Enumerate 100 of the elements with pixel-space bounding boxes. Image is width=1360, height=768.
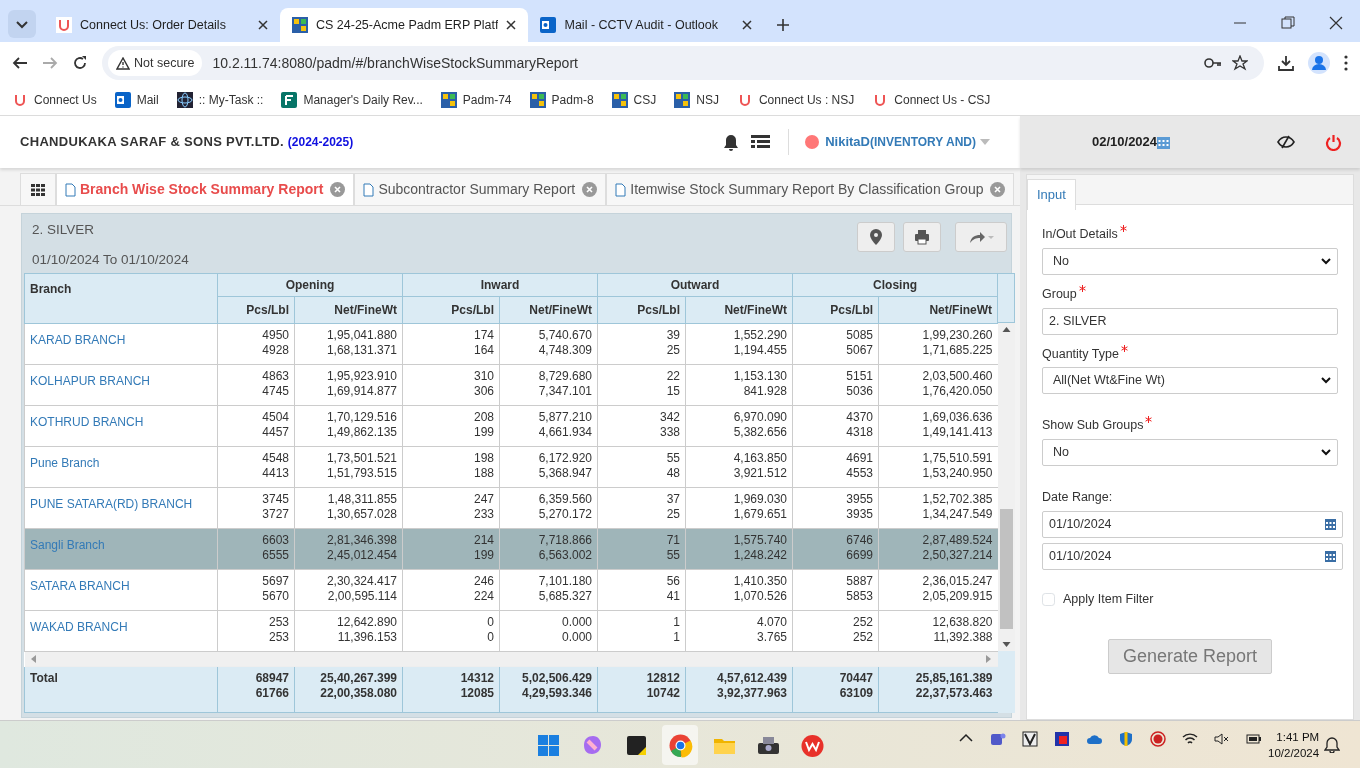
security-chip[interactable]: Not secure (108, 49, 203, 77)
date-range-text: 01/10/2024 To 01/10/2024 (32, 251, 190, 270)
power-icon[interactable] (1325, 133, 1342, 151)
user-menu[interactable]: NikitaD(INVENTORY AND) (825, 132, 990, 152)
table-cell-text: 8,729.680 (537, 368, 593, 384)
input-field[interactable]: 2. SILVER (1042, 307, 1338, 335)
table-row[interactable]: Pune Branch 4548 4413 1,73,501.521 1,51,793.515 198 188 6,172.920 5,368.947 55 48 4,163.850 3,921.512 4691 4553 1,75,510.591 1,53,240.950 (24, 446, 998, 487)
table-cell-text: 3.765 (756, 629, 788, 645)
branch-link[interactable]: KARAD BRANCH (24, 323, 218, 364)
profile-icon[interactable] (1308, 52, 1330, 74)
document-icon (363, 182, 375, 197)
column-header: Net/FineWt (294, 296, 403, 323)
windows-icon[interactable] (535, 732, 561, 758)
record-icon[interactable] (1150, 731, 1166, 747)
app-icon[interactable] (1054, 731, 1070, 747)
download-icon[interactable] (1278, 55, 1294, 71)
location-button[interactable] (857, 222, 895, 252)
report-tab[interactable]: Branch Wise Stock Summary Report (56, 173, 355, 205)
table-cell-text: 15 (665, 383, 681, 399)
browser-tab[interactable]: Connect Us: Order Details (44, 8, 280, 42)
bell-icon[interactable] (723, 133, 740, 151)
bookmark[interactable]: Connect Us (12, 90, 97, 109)
apps-grid-button[interactable] (20, 173, 56, 205)
calendar-icon[interactable] (1157, 135, 1171, 149)
hide-icon[interactable] (1277, 135, 1295, 149)
table-cell-text: 55 (665, 450, 681, 466)
report-tab[interactable]: Itemwise Stock Summary Report By Classification Group (606, 173, 1015, 205)
new-tab-icon[interactable] (776, 18, 791, 32)
date-field[interactable]: 01/10/2024 (1042, 542, 1343, 570)
bookmark[interactable]: :: My-Task :: (176, 90, 264, 109)
dropdown[interactable]: All(Net Wt&Fine Wt) (1042, 367, 1338, 395)
restore-icon[interactable] (1281, 16, 1295, 30)
table-cell-text: 5036 (845, 383, 874, 399)
bookmark[interactable]: Mail (114, 90, 159, 109)
more-icon[interactable] (1344, 55, 1348, 71)
bookmark[interactable]: Manager's Daily Rev... (281, 90, 423, 109)
branch-link[interactable]: KOLHAPUR BRANCH (24, 364, 218, 405)
table-row[interactable]: Sangli Branch 6603 6555 2,81,346.398 2,45,012.454 214 199 7,718.866 6,563.002 71 55 1,575.740 1,248.242 6746 6699 2,87,489.524 2,50,327.214 (24, 528, 998, 569)
generate-report-button[interactable]: Generate Report (1107, 638, 1273, 674)
clock[interactable]: 1:41 PM 10/2/2024 (1268, 729, 1320, 761)
teams-icon[interactable] (990, 731, 1006, 747)
table-row[interactable]: KOTHRUD BRANCH 4504 4457 1,70,129.516 1,49,862.135 208 199 5,877.210 4,661.934 342 338 6,970.090 5,382.656 4370 4318 1,69,036.636 1,49,141.413 (24, 405, 998, 446)
table-cell-text: 11,392.388 (932, 629, 993, 645)
table-row[interactable]: SATARA BRANCH 5697 5670 2,30,324.417 2,00,595.114 246 224 7,101.180 5,685.327 56 41 1,410.350 1,070.526 5887 5853 2,36,015.247 2,05,209.915 (24, 569, 998, 610)
branch-link[interactable]: PUNE SATARA(RD) BRANCH (24, 487, 218, 528)
table-cell-text: 6,172.920 (537, 450, 593, 466)
bookmark[interactable]: Padm-8 (529, 90, 594, 109)
bookmark[interactable]: Padm-74 (440, 90, 512, 109)
table-cell-text: 1 (672, 614, 681, 630)
table-cell-text: 63109 (838, 685, 874, 701)
browser-tab[interactable]: CS 24-25-Acme Padm ERP Platf (280, 8, 529, 42)
branch-link[interactable]: KOTHRUD BRANCH (24, 405, 218, 446)
checkbox[interactable] (1042, 592, 1055, 606)
close-icon[interactable] (506, 20, 517, 30)
table-cell-text: 1,30,657.028 (325, 506, 397, 522)
table-cell-text: 306 (473, 383, 494, 399)
branch-link[interactable]: WAKAD BRANCH (24, 610, 218, 651)
table-row[interactable]: WAKAD BRANCH 253 253 12,642.890 11,396.153 0 0 0.000 0.000 1 1 4.070 3.765 252 252 12,638.820 11,392.388 (24, 610, 998, 651)
app-icon[interactable] (1022, 731, 1038, 747)
reload-icon[interactable] (72, 55, 88, 71)
print-button[interactable] (903, 222, 941, 252)
table-cell-text: 214 (473, 532, 494, 548)
share-button[interactable] (955, 222, 1007, 252)
mute-icon[interactable] (1214, 731, 1230, 747)
close-icon[interactable] (258, 20, 268, 30)
back-icon[interactable] (12, 55, 28, 71)
vertical-scrollbar[interactable] (998, 322, 1016, 651)
dropdown[interactable]: No (1042, 247, 1338, 275)
column-group-header: Opening (217, 273, 403, 296)
office-icon[interactable] (799, 732, 825, 758)
list-icon[interactable] (751, 135, 771, 149)
battery-icon[interactable] (1246, 731, 1262, 747)
bookmark[interactable]: Connect Us : NSJ (736, 90, 855, 109)
dropdown[interactable]: No (1042, 439, 1338, 466)
table-row[interactable]: KOLHAPUR BRANCH 4863 4745 1,95,923.910 1,69,914.877 310 306 8,729.680 7,347.101 22 15 1,153.130 841.928 5151 5036 2,03,500.460 1,76,420.050 (24, 364, 998, 405)
browser-tab[interactable]: Mail - CCTV Audit - Outlook (528, 8, 765, 42)
branch-link[interactable]: Pune Branch (24, 446, 218, 487)
address-bar[interactable]: Not secure 10.2.11.74:8080/padm/#/branchWiseStockSummaryReport (102, 46, 1264, 80)
browser-icon[interactable] (667, 732, 693, 758)
star-icon[interactable] (1232, 55, 1248, 71)
report-tab[interactable]: Subcontractor Summary Report (354, 173, 607, 205)
date-field[interactable]: 01/10/2024 (1042, 510, 1343, 538)
shield-icon[interactable] (1118, 731, 1134, 747)
bookmark[interactable]: CSJ (611, 90, 657, 109)
input-tab[interactable]: Input (1027, 179, 1076, 210)
table-cell-text: 252 (852, 614, 874, 630)
bookmark[interactable]: NSJ (674, 90, 719, 109)
bookmark[interactable]: Connect Us - CSJ (872, 90, 991, 109)
branch-link[interactable]: SATARA BRANCH (24, 569, 218, 610)
key-icon[interactable] (1204, 57, 1222, 69)
app-logo-icon (440, 91, 457, 108)
table-row[interactable]: KARAD BRANCH 4950 4928 1,95,041.880 1,68,131.371 174 164 5,740.670 4,748.309 39 25 1,552.290 1,194.455 5085 5067 1,99,230.260 1,71,685.225 (24, 323, 998, 364)
table-cell-text: 5,740.670 (537, 327, 593, 343)
close-icon[interactable] (742, 20, 753, 30)
table-row[interactable]: PUNE SATARA(RD) BRANCH 3745 3727 1,48,311.855 1,30,657.028 247 233 6,359.560 5,270.172 37 25 1,969.030 1,679.651 3955 3935 1,52,702.385 1,34,247.549 (24, 487, 998, 528)
close-icon[interactable] (1329, 16, 1343, 30)
table-cell-text: 1,95,041.880 (325, 327, 397, 343)
table-cell-text: 11,396.153 (336, 629, 397, 645)
notification-icon[interactable] (1324, 737, 1340, 753)
tab-list-icon[interactable] (8, 10, 36, 38)
